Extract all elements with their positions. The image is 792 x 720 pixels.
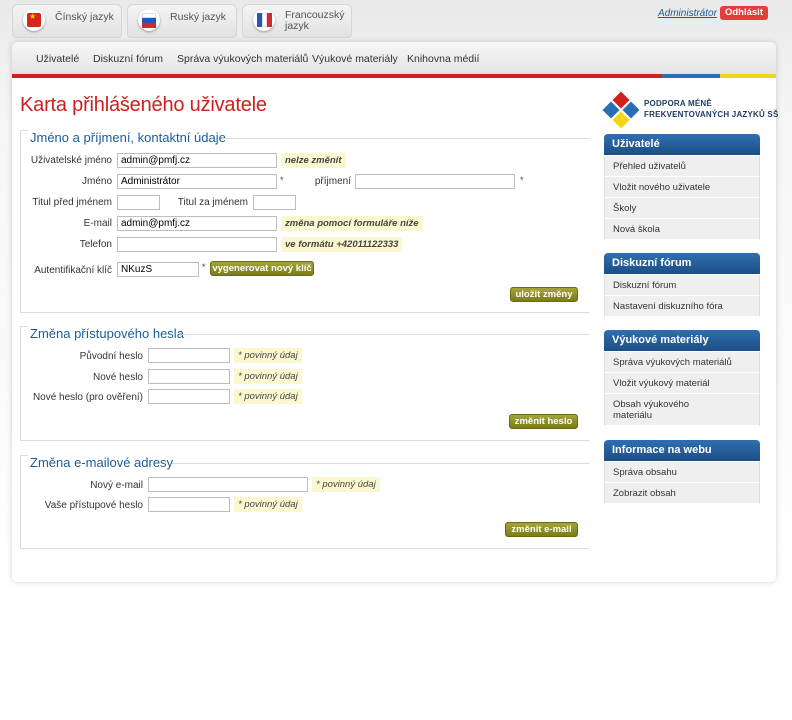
stripe-red — [12, 74, 662, 78]
section-border — [20, 312, 590, 313]
phone-field[interactable] — [117, 237, 277, 252]
section-border — [20, 130, 28, 131]
new-email-field[interactable] — [148, 477, 308, 492]
sidebar-item-new-school[interactable]: Nová škola — [604, 219, 760, 240]
email-section-title: Změna e-mailové adresy — [30, 455, 174, 470]
required-star: * — [202, 262, 206, 272]
save-changes-button[interactable]: uložit změny — [510, 287, 578, 302]
surname-label: příjmení — [314, 176, 351, 187]
sidebar-item-forum-settings[interactable]: Nastavení diskuzního fóra — [604, 296, 760, 317]
tab-russian-label: Ruský jazyk — [170, 11, 227, 23]
required-hint-text: povinný údaj — [244, 371, 298, 382]
username-label: Uživatelské jméno — [30, 155, 112, 166]
old-password-label: Původní heslo — [79, 351, 143, 362]
new-email-label: Nový e-mail — [90, 480, 143, 491]
nav-media-library[interactable]: Knihovna médií — [407, 53, 479, 65]
section-border — [20, 440, 590, 441]
section-border — [20, 326, 28, 327]
user-link[interactable]: Administrátor — [658, 8, 717, 19]
generate-key-button[interactable]: vygenerovat nový klíč — [210, 261, 314, 276]
section-border — [20, 455, 28, 456]
nav-forum[interactable]: Diskuzní fórum — [93, 53, 163, 65]
required-hint: * povinný údaj — [234, 369, 302, 384]
required-hint: * povinný údaj — [312, 477, 380, 492]
title-after-field[interactable] — [253, 195, 296, 210]
sidebar-item-content-admin[interactable]: Správa obsahu — [604, 462, 760, 483]
current-password-field[interactable] — [148, 497, 230, 512]
required-star: * — [280, 175, 284, 185]
auth-key-label: Autentifikační klíč — [34, 265, 112, 276]
username-hint: nelze změnit — [281, 153, 346, 168]
logout-button[interactable]: Odhlásit — [720, 6, 768, 20]
section-border — [20, 326, 21, 440]
nav-material-admin[interactable]: Správa výukových materiálů — [177, 53, 308, 65]
required-hint: * povinný údaj — [234, 497, 302, 512]
contact-section-title: Jméno a příjmení, kontaktní údaje — [30, 130, 226, 145]
change-password-button[interactable]: změnit heslo — [509, 414, 578, 429]
sidebar-item-material-admin[interactable]: Správa výukových materiálů — [604, 352, 760, 373]
sidebar-item-material-content[interactable]: Obsah výukového materiálu — [604, 394, 760, 426]
sidebar-item-add-material[interactable]: Vložit výukový materiál — [604, 373, 760, 394]
sidebar-users-header: Uživatelé — [604, 134, 760, 155]
sidebar-item-schools[interactable]: Školy — [604, 198, 760, 219]
required-hint-text: povinný údaj — [244, 499, 298, 510]
change-email-button[interactable]: změnit e-mail — [505, 522, 578, 537]
sidebar-web-header: Informace na webu — [604, 440, 760, 461]
password-section-title: Změna přístupového hesla — [30, 326, 184, 341]
tab-russian[interactable]: Ruský jazyk — [127, 4, 237, 38]
sidebar-materials-header: Výukové materiály — [604, 330, 760, 351]
logo-line-2: FREKVENTOVANÝCH JAZYKŮ SŠ — [644, 110, 779, 119]
section-border — [182, 334, 590, 335]
nav-users[interactable]: Uživatelé — [36, 53, 79, 65]
russia-flag-icon — [138, 9, 160, 31]
sidebar-item-users-overview[interactable]: Přehled uživatelů — [604, 156, 760, 177]
section-border — [172, 463, 590, 464]
phone-hint: ve formátu +42011122333 — [281, 237, 403, 252]
page: { "lang_tabs":[ {"label":"Čínský jazyk"}… — [0, 0, 792, 720]
sidebar-item-forum[interactable]: Diskuzní fórum — [604, 275, 760, 296]
old-password-field[interactable] — [148, 348, 230, 363]
stripe-yellow — [720, 74, 776, 78]
required-star: * — [520, 175, 524, 185]
username-field[interactable] — [117, 153, 277, 168]
stripe-blue — [662, 74, 720, 78]
logo-line-1: PODPORA MÉNĚ — [644, 99, 712, 108]
email-hint: změna pomocí formuláře níže — [281, 216, 423, 231]
email-field[interactable] — [117, 216, 277, 231]
tab-french-label: Francouzský jazyk — [285, 9, 345, 32]
section-border — [222, 138, 590, 139]
confirm-password-field[interactable] — [148, 389, 230, 404]
email-label: E-mail — [83, 218, 112, 229]
logo-icon — [602, 91, 640, 129]
logo-text: PODPORA MÉNĚ FREKVENTOVANÝCH JAZYKŮ SŠ — [644, 98, 779, 120]
france-flag-icon — [253, 9, 275, 31]
firstname-label: Jméno — [81, 176, 112, 187]
nav-materials[interactable]: Výukové materiály — [312, 53, 398, 65]
title-before-label: Titul před jménem — [32, 197, 112, 208]
firstname-field[interactable] — [117, 174, 277, 189]
auth-key-field[interactable] — [117, 262, 199, 277]
section-border — [20, 548, 590, 549]
required-hint-text: povinný údaj — [244, 350, 298, 361]
china-flag-icon — [23, 9, 45, 31]
sidebar-forum-header: Diskuzní fórum — [604, 253, 760, 274]
surname-field[interactable] — [355, 174, 515, 189]
required-hint: * povinný údaj — [234, 389, 302, 404]
required-hint-text: povinný údaj — [244, 391, 298, 402]
tab-chinese-label: Čínský jazyk — [55, 11, 114, 23]
new-password-label: Nové heslo — [92, 372, 143, 383]
tab-chinese[interactable]: Čínský jazyk — [12, 4, 122, 38]
phone-label: Telefon — [79, 239, 112, 250]
tab-french[interactable]: Francouzský jazyk — [242, 4, 352, 38]
title-after-label: Titul za jménem — [177, 197, 248, 208]
required-hint: * povinný údaj — [234, 348, 302, 363]
page-title: Karta přihlášeného uživatele — [20, 94, 267, 116]
confirm-password-label: Nové heslo (pro ověření) — [32, 392, 143, 403]
sidebar-item-show-content[interactable]: Zobrazit obsah — [604, 483, 760, 504]
required-hint-text: povinný údaj — [322, 479, 376, 490]
title-before-field[interactable] — [117, 195, 160, 210]
new-password-field[interactable] — [148, 369, 230, 384]
sidebar-item-add-user[interactable]: Vložit nového uživatele — [604, 177, 760, 198]
current-password-label: Vaše přístupové heslo — [44, 500, 143, 511]
